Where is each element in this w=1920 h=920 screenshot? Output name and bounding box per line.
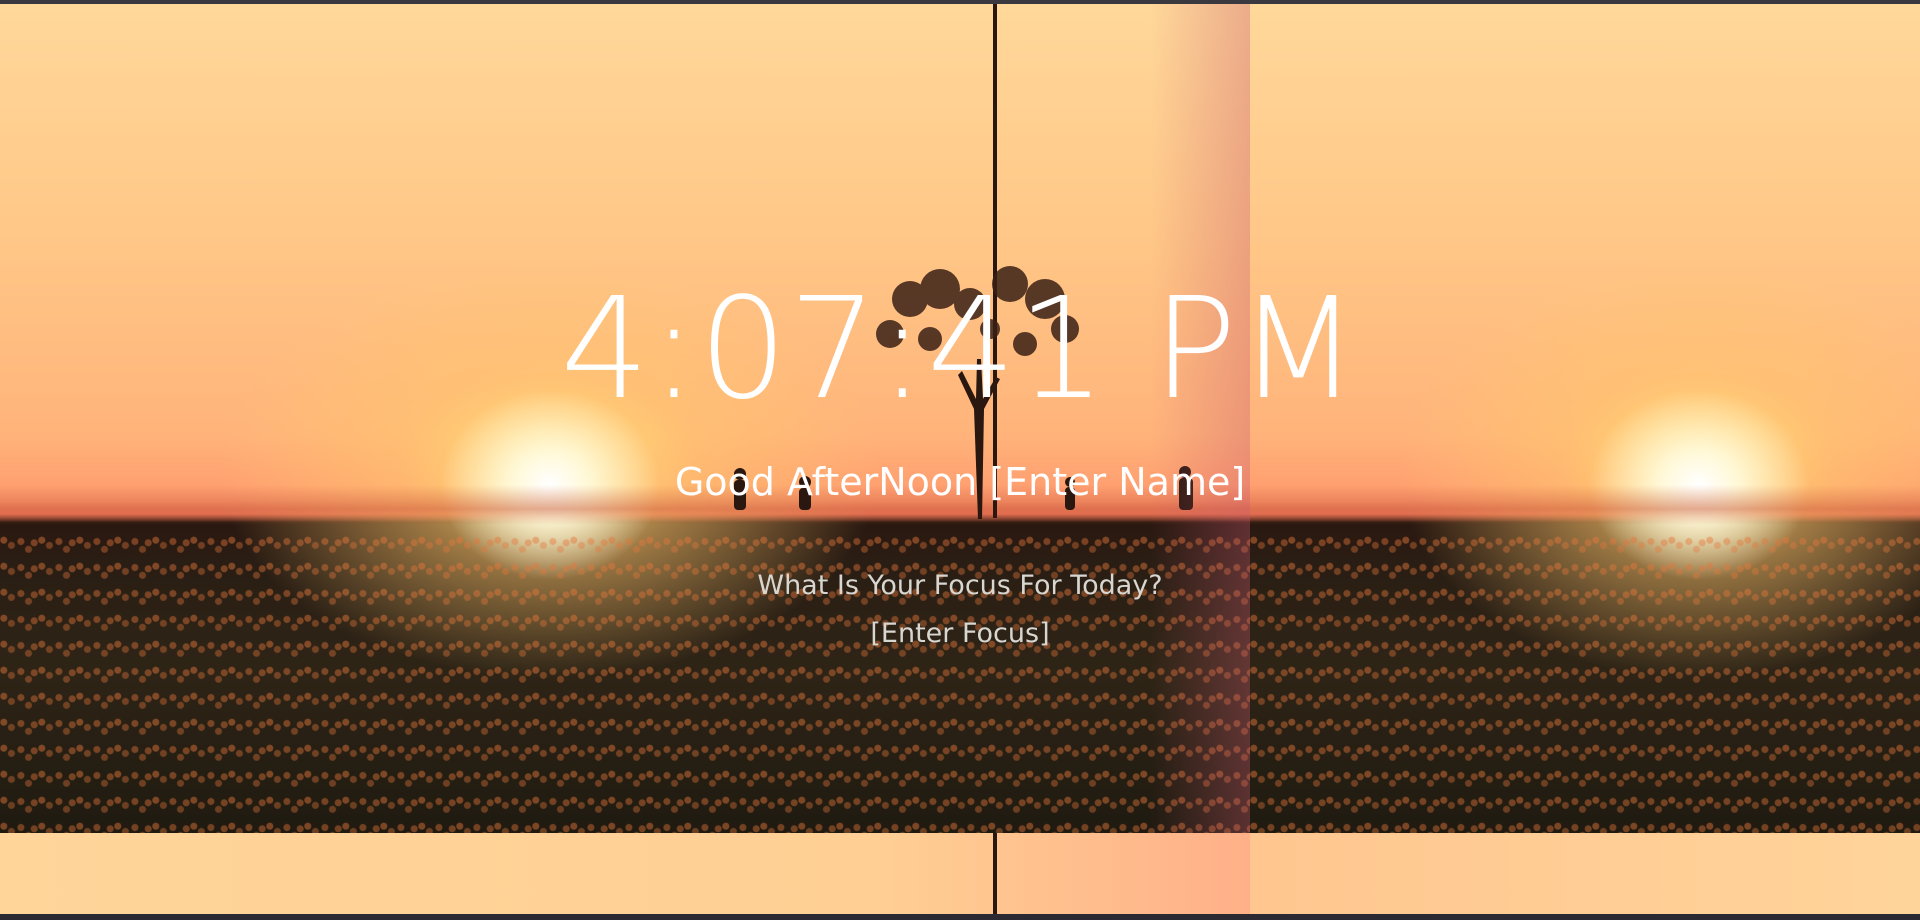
- focus-question: What Is Your Focus For Today?: [757, 570, 1163, 601]
- greeting-text: Good AfterNoon: [674, 460, 978, 504]
- name-editable[interactable]: [Enter Name]: [989, 460, 1245, 504]
- window-bottom-border: [0, 914, 1920, 920]
- clock-time: 4:07:41 PM: [560, 268, 1360, 431]
- momentum-overlay: 4:07:41 PM Good AfterNoon [Enter Name] W…: [0, 4, 1920, 914]
- focus-editable[interactable]: [Enter Focus]: [0, 618, 1920, 650]
- greeting: Good AfterNoon [Enter Name]: [0, 460, 1920, 504]
